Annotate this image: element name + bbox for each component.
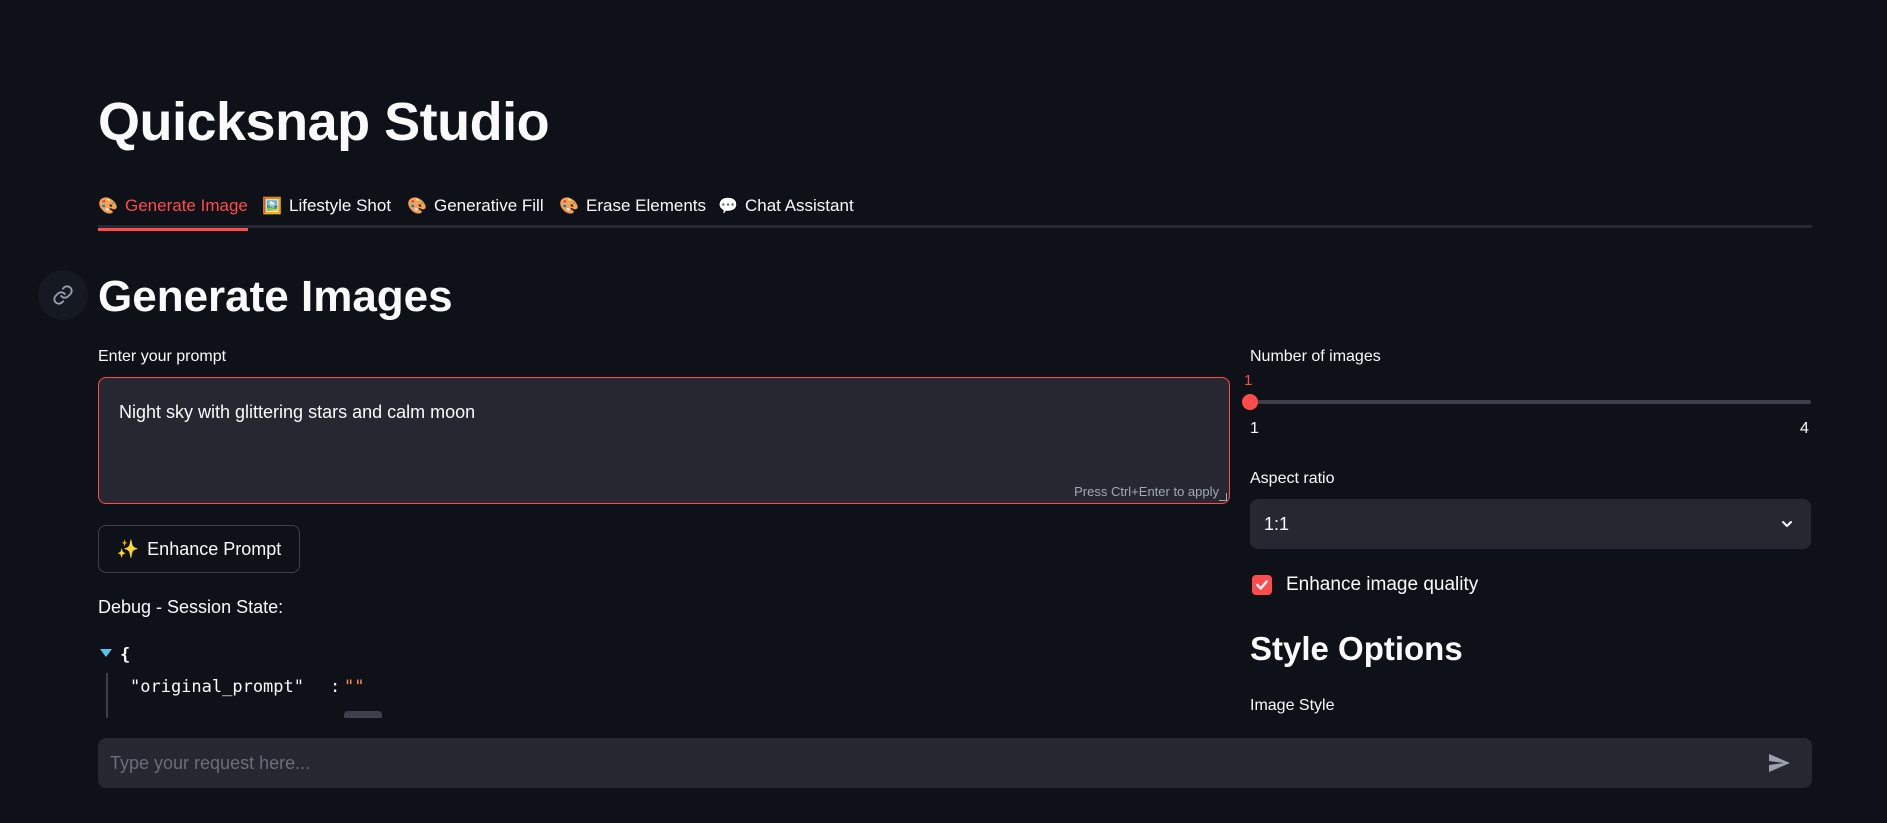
- enhance-quality-label: Enhance image quality: [1286, 574, 1479, 595]
- slider-thumb[interactable]: [1242, 394, 1258, 410]
- app-page: Quicksnap Studio 🎨 Generate Image 🖼️ Lif…: [0, 0, 1887, 823]
- tab-label: Chat Assistant: [745, 196, 854, 215]
- num-images-label: Number of images: [1250, 348, 1381, 365]
- enhance-quality-checkbox[interactable]: Enhance image quality: [1252, 574, 1478, 596]
- checkbox-checked-icon[interactable]: [1252, 575, 1272, 595]
- json-value: "": [344, 677, 365, 697]
- tab-lifestyle-shot[interactable]: 🖼️ Lifestyle Shot: [262, 184, 391, 228]
- tab-generative-fill[interactable]: 🎨 Generative Fill: [407, 184, 544, 228]
- palette-icon: 🎨: [407, 198, 427, 215]
- slider-max: 4: [1800, 420, 1809, 437]
- aspect-ratio-select[interactable]: 1:1: [1250, 499, 1811, 549]
- palette-icon: 🎨: [559, 198, 579, 215]
- json-key: "original_prompt": [130, 677, 304, 697]
- slider-current-value: 1: [1244, 372, 1253, 389]
- aspect-ratio-value: 1:1: [1264, 514, 1290, 534]
- palette-icon: 🎨: [98, 198, 118, 215]
- prompt-value: Night sky with glittering stars and calm…: [119, 402, 476, 422]
- tab-generate-image[interactable]: 🎨 Generate Image: [98, 184, 248, 231]
- tab-label: Erase Elements: [586, 196, 706, 215]
- app-title: Quicksnap Studio: [98, 92, 550, 152]
- enhance-prompt-button[interactable]: ✨ Enhance Prompt: [98, 525, 300, 573]
- slider-min: 1: [1250, 420, 1259, 437]
- tab-chat-assistant[interactable]: 💬 Chat Assistant: [718, 184, 854, 228]
- resize-handle[interactable]: [1219, 493, 1227, 501]
- enhance-prompt-label: Enhance Prompt: [147, 538, 282, 559]
- tab-label: Lifestyle Shot: [289, 196, 392, 215]
- image-style-label: Image Style: [1250, 697, 1335, 714]
- style-options-heading: Style Options: [1250, 630, 1463, 667]
- prompt-hint: Press Ctrl+Enter to apply: [1074, 484, 1219, 499]
- tab-erase-elements[interactable]: 🎨 Erase Elements: [559, 184, 706, 228]
- send-icon[interactable]: [1766, 751, 1792, 775]
- tab-bar: 🎨 Generate Image 🖼️ Lifestyle Shot 🎨 Gen…: [98, 184, 1812, 231]
- speech-bubble-icon: 💬: [718, 198, 738, 215]
- aspect-ratio-label: Aspect ratio: [1250, 470, 1335, 487]
- link-icon[interactable]: [38, 270, 88, 320]
- num-images-slider[interactable]: [1250, 400, 1811, 404]
- json-open-brace: {: [120, 645, 131, 665]
- prompt-label: Enter your prompt: [98, 348, 227, 365]
- json-copy-chip[interactable]: [344, 711, 382, 718]
- debug-label: Debug - Session State:: [98, 597, 284, 617]
- collapse-caret-icon[interactable]: [100, 649, 112, 657]
- tab-label: Generate Image: [125, 196, 248, 215]
- chevron-down-icon: [1782, 521, 1792, 527]
- tab-label: Generative Fill: [434, 196, 544, 215]
- json-viewer: { "original_prompt" : "": [98, 645, 1198, 718]
- json-indent-rail: [106, 673, 108, 718]
- chat-input[interactable]: [110, 738, 1750, 788]
- picture-icon: 🖼️: [262, 198, 282, 215]
- section-title: Generate Images: [98, 272, 453, 321]
- chat-input-bar: [98, 738, 1812, 788]
- prompt-textarea[interactable]: Night sky with glittering stars and calm…: [98, 377, 1230, 504]
- json-colon: :: [330, 677, 341, 697]
- sparkles-icon: ✨: [116, 538, 140, 559]
